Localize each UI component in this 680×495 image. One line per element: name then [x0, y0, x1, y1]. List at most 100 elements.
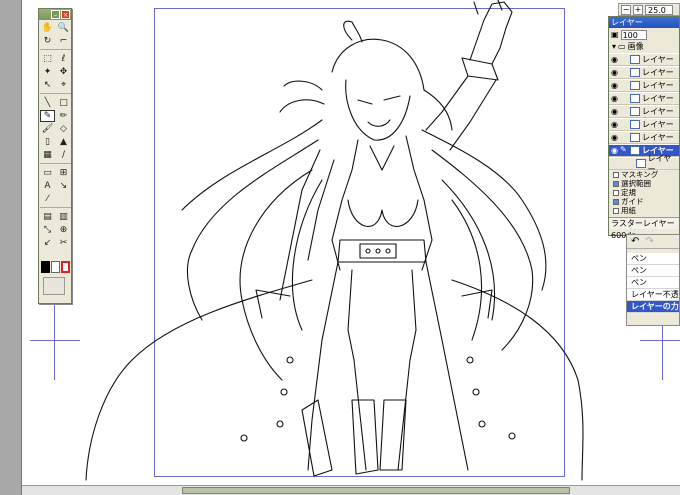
line-fix-icon[interactable]: ⤡ [40, 224, 55, 236]
visibility-eye-icon[interactable]: ◉ [609, 106, 620, 117]
bucket-tool-icon[interactable]: ▲ [56, 136, 71, 148]
dropper-tool-icon[interactable]: ⁄ [40, 193, 55, 205]
airbrush-tool-icon[interactable]: ∕ [56, 149, 71, 161]
layer-mode-icon[interactable]: ▣ [611, 30, 619, 39]
special-layer-toggle-icon[interactable] [613, 198, 619, 205]
lock-slot-icon[interactable] [620, 54, 628, 65]
layer-thumbnail [630, 120, 640, 129]
visibility-eye-icon[interactable]: ◉ [609, 54, 620, 65]
history-list: ペンペンペンレイヤー不透明レイヤーの力 [627, 253, 679, 313]
foreground-color-swatch[interactable] [41, 261, 50, 273]
tone-tool-icon[interactable]: ▤ [40, 211, 55, 223]
scrollbar-thumb[interactable] [182, 487, 570, 494]
gradient-tool-icon[interactable]: ▦ [40, 149, 55, 161]
layer-folder-row[interactable]: ▾ ▭ 画像 [609, 41, 679, 53]
lasso-select-icon[interactable]: ℓ [56, 53, 71, 65]
visibility-eye-icon[interactable] [615, 158, 626, 169]
layer-row[interactable]: ◉ レイヤー [609, 118, 679, 131]
move-tool-icon[interactable]: ✥ [56, 66, 71, 78]
close-icon[interactable]: × [61, 10, 70, 19]
pencil-tool-icon[interactable]: ✏ [56, 110, 71, 122]
hand-tool-icon[interactable]: ✋ [40, 22, 55, 34]
line-tool-icon[interactable]: ╲ [40, 97, 55, 109]
layer-row[interactable]: ◉ レイヤー [609, 92, 679, 105]
history-item[interactable]: レイヤーの力 [627, 301, 679, 313]
drawing-canvas[interactable] [22, 0, 680, 485]
visibility-eye-icon[interactable]: ◉ [609, 67, 620, 78]
edit-pen-icon[interactable]: ✎ [620, 145, 628, 156]
folder-toggle-icon[interactable]: ▾ [612, 41, 616, 53]
lock-slot-icon[interactable] [620, 132, 628, 143]
history-toolbar: ↶ ↷ [627, 235, 679, 249]
rect-shape-icon[interactable]: □ [56, 97, 71, 109]
visibility-eye-icon[interactable]: ◉ [609, 119, 620, 130]
special-layer-toggle-icon[interactable] [613, 207, 619, 214]
layer-opacity-field[interactable]: 100 [620, 29, 647, 40]
special-layer-row[interactable]: 用紙 [609, 206, 679, 215]
eyedropper-tool-icon[interactable]: ⌐ [56, 35, 71, 47]
special-layer-toggle-icon[interactable] [613, 180, 619, 187]
lock-slot-icon[interactable] [620, 67, 628, 78]
layer-row[interactable]: ◉ レイヤー [609, 131, 679, 144]
layer-palette-title[interactable]: レイヤー [609, 17, 679, 28]
tone-eraser-icon[interactable]: ▥ [56, 211, 71, 223]
eraser-tool-icon[interactable]: ◇ [56, 123, 71, 135]
transparent-color-swatch[interactable] [61, 261, 70, 273]
background-color-swatch[interactable] [51, 261, 60, 273]
tool-grid: ✋ 🔍 ↻ ⌐ ⬚ ℓ ✦ ✥ ↖ ⌖ ╲ □ ✎ ✏ 🖌 ◇ ▯ ▲ ▦ ∕ ▭ ⊞ A ↘ ⁄ ▤ ▥ ⤡ ⊕ ↙ ✂ [39, 20, 71, 251]
special-layer-row[interactable]: ガイド [609, 197, 679, 206]
layer-row[interactable]: ◉ レイヤー [609, 79, 679, 92]
layer-row[interactable]: レイヤー [609, 154, 679, 174]
pen-line-icon[interactable]: ↙ [40, 237, 55, 249]
visibility-eye-icon[interactable]: ◉ [609, 132, 620, 143]
history-item[interactable]: ペン [627, 277, 679, 289]
layer-opacity-row: ▣ 100 [609, 28, 679, 41]
history-item[interactable]: レイヤー不透明 [627, 289, 679, 301]
lock-slot-icon[interactable] [620, 93, 628, 104]
zoom-in-button[interactable]: + [633, 4, 643, 15]
horizontal-scrollbar[interactable] [22, 485, 680, 495]
rule-tool-icon[interactable]: ⊞ [56, 167, 71, 179]
layer-row[interactable]: ◉ レイヤー [609, 105, 679, 118]
balloon-tool-icon[interactable]: ↘ [56, 180, 71, 192]
layer-row[interactable]: ◉ レイヤー [609, 53, 679, 66]
layer-row[interactable]: ◉ レイヤー [609, 66, 679, 79]
frame-tool-icon[interactable]: ▭ [40, 167, 55, 179]
visibility-eye-icon[interactable]: ◉ [609, 80, 620, 91]
layer-label: レイヤー [642, 68, 674, 77]
zoom-out-button[interactable]: − [621, 4, 631, 15]
redo-icon[interactable]: ↷ [645, 236, 653, 247]
text-tool-icon[interactable]: A [40, 180, 55, 192]
rotate-tool-icon[interactable]: ↻ [40, 35, 55, 47]
select-pen-icon[interactable]: ↖ [40, 79, 55, 91]
special-layer-toggle-icon[interactable] [613, 189, 619, 196]
color-swatches [41, 261, 71, 301]
visibility-eye-icon[interactable]: ◉ [609, 145, 620, 156]
visibility-eye-icon[interactable]: ◉ [609, 93, 620, 104]
lock-slot-icon[interactable] [620, 119, 628, 130]
undo-icon[interactable]: ↶ [631, 236, 639, 247]
history-item[interactable]: ペン [627, 253, 679, 265]
special-layer-label: ガイド [621, 197, 644, 206]
tool-palette-titlebar[interactable]: – × [39, 9, 71, 20]
magnify-line-icon[interactable]: ⊕ [56, 224, 71, 236]
line-width-icon[interactable]: ✂ [56, 237, 71, 249]
lock-slot-icon[interactable] [626, 158, 634, 169]
pen-tool-icon[interactable]: ✎ [40, 110, 55, 122]
lock-slot-icon[interactable] [620, 80, 628, 91]
special-layer-row[interactable]: 選択範囲 [609, 179, 679, 188]
brush-tool-icon[interactable]: 🖌 [40, 123, 55, 135]
object-select-icon[interactable]: ⌖ [56, 79, 71, 91]
marker-tool-icon[interactable]: ▯ [40, 136, 55, 148]
history-item[interactable]: ペン [627, 265, 679, 277]
special-layer-row[interactable]: 定規 [609, 188, 679, 197]
special-layer-toggle-icon[interactable] [613, 171, 619, 178]
minimize-icon[interactable]: – [51, 10, 60, 19]
zoom-value-field[interactable]: 25.0 [645, 4, 673, 15]
color-preview-box [43, 277, 65, 295]
lock-slot-icon[interactable] [620, 106, 628, 117]
zoom-tool-icon[interactable]: 🔍 [56, 22, 71, 34]
line-art-illustration [85, 0, 584, 481]
magic-wand-icon[interactable]: ✦ [40, 66, 55, 78]
rect-select-icon[interactable]: ⬚ [40, 53, 55, 65]
